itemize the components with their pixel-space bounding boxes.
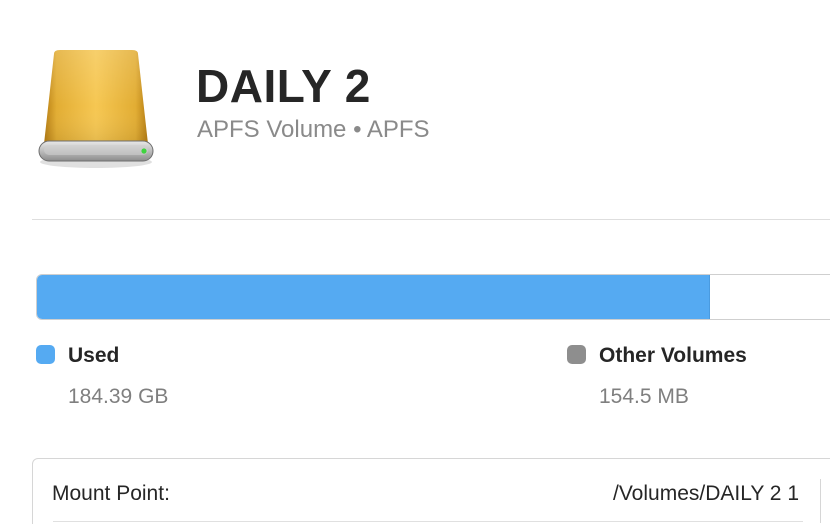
external-drive-icon (34, 44, 158, 172)
volume-info-table: Mount Point: /Volumes/DAILY 2 1 (32, 458, 830, 524)
volume-title: DAILY 2 (196, 60, 371, 112)
header-divider (32, 219, 830, 220)
mount-point-value: /Volumes/DAILY 2 1 (613, 482, 799, 505)
legend-other-volumes-value: 154.5 MB (599, 385, 689, 408)
column-divider (820, 479, 821, 523)
legend-used-label: Used (68, 344, 120, 367)
used-space-fill (37, 275, 710, 319)
mount-point-label: Mount Point: (52, 482, 170, 505)
legend-other-volumes-label: Other Volumes (599, 344, 747, 367)
row-divider (53, 521, 803, 522)
volume-subtitle: APFS Volume • APFS (197, 116, 430, 143)
disk-utility-volume-pane: DAILY 2 APFS Volume • APFS Used 184.39 G… (0, 0, 830, 524)
used-color-swatch (36, 345, 55, 364)
storage-usage-bar (36, 274, 830, 320)
other-volumes-color-swatch (567, 345, 586, 364)
legend-used-value: 184.39 GB (68, 385, 169, 408)
